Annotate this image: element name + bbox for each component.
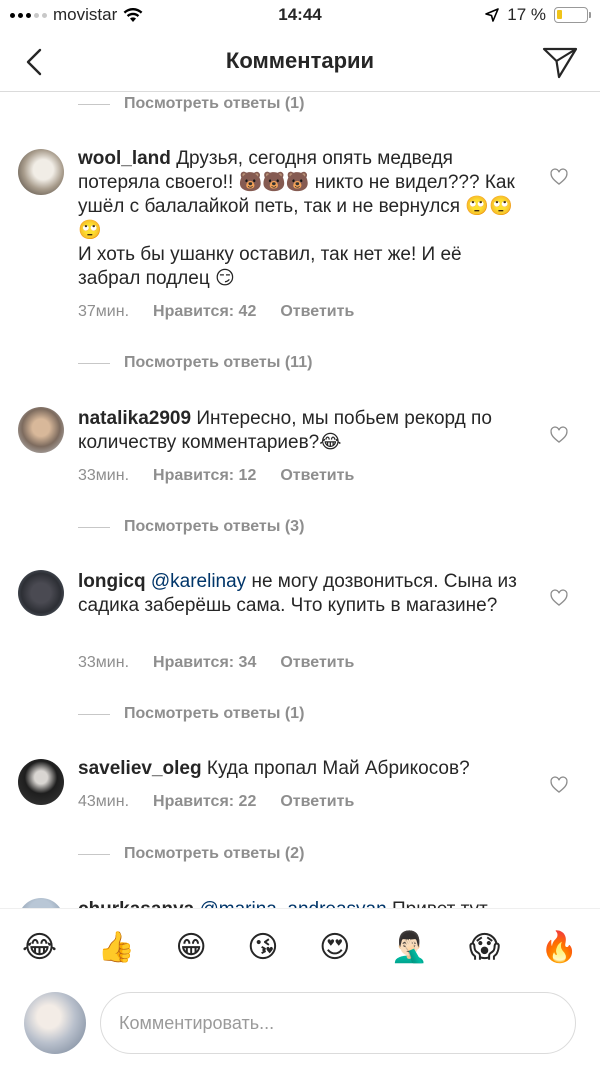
emoji-button[interactable]: 😘 [247,928,278,968]
divider-line [78,853,110,855]
view-replies-button[interactable]: Посмотреть ответы (2) [78,845,304,863]
comment-input[interactable] [100,992,576,1054]
likes-count[interactable]: Нравится: 12 [153,467,256,485]
comment-body: longicq @karelinay не могу дозвониться. … [78,570,518,618]
heart-icon[interactable] [549,775,569,795]
divider-line [78,526,110,528]
view-replies-label: Посмотреть ответы (2) [124,845,305,862]
comment-meta: 43мин. Нравится: 22 Ответить [78,793,354,811]
divider-line [78,713,110,715]
avatar[interactable] [18,407,64,453]
comment-meta: 33мин. Нравится: 12 Ответить [78,467,354,485]
comment-username[interactable]: saveliev_oleg [78,758,202,779]
battery-level [557,10,562,19]
view-replies-button[interactable]: Посмотреть ответы (11) [78,354,312,372]
view-replies-label: Посмотреть ответы (11) [124,354,313,371]
reply-button[interactable]: Ответить [280,303,354,321]
comment-time: 37мин. [78,303,130,320]
emoji-button[interactable]: 😱 [469,928,500,968]
comment-username[interactable]: natalika2909 [78,408,191,429]
likes-count[interactable]: Нравится: 42 [153,303,256,321]
location-arrow-icon [485,8,500,22]
likes-count[interactable]: Нравится: 34 [153,654,256,672]
heart-icon[interactable] [549,588,569,608]
comments-list: Посмотреть ответы (1) wool_land Друзья, … [0,93,600,908]
comments-header: Комментарии [0,32,600,92]
divider-line [78,103,110,105]
comment-body: natalika2909 Интересно, мы побьем рекорд… [78,407,518,455]
emoji-bar: 😂 👍 😁 😘 😍 🤦🏻‍♂️ 😱 🔥 [0,908,600,986]
comment-input-bar [0,986,600,1066]
view-replies-label: Посмотреть ответы (1) [124,705,305,722]
heart-icon[interactable] [549,425,569,445]
battery-area: 17 % [485,5,591,25]
avatar [24,992,86,1054]
comment-meta: 37мин. Нравится: 42 Ответить [78,303,354,321]
avatar[interactable] [18,570,64,616]
view-replies-label: Посмотреть ответы (3) [124,518,305,535]
avatar[interactable] [18,898,64,908]
view-replies-label: Посмотреть ответы (1) [124,95,305,112]
battery-percent: 17 % [507,5,546,24]
avatar[interactable] [18,759,64,805]
emoji-button[interactable]: 👍 [98,928,135,968]
heart-icon[interactable] [549,167,569,187]
emoji-button[interactable]: 🤦🏻‍♂️ [391,928,428,968]
view-replies-button[interactable]: Посмотреть ответы (1) [78,95,304,113]
comment-text: Друзья, сегодня опять медведя потеряла с… [78,148,515,289]
comment-username[interactable]: longicq [78,571,146,592]
avatar[interactable] [18,149,64,195]
comment-body: saveliev_oleg Куда пропал Май Абрикосов? [78,757,518,781]
battery-icon [554,7,591,23]
comment-time: 33мин. [78,654,130,671]
paper-plane-icon[interactable] [540,42,580,82]
view-replies-button[interactable]: Посмотреть ответы (3) [78,518,304,536]
comment-text: Куда пропал Май Абрикосов? [206,758,470,779]
likes-count[interactable]: Нравится: 22 [153,793,256,811]
emoji-button[interactable]: 🔥 [541,928,578,968]
comment-body: churkasanya @marina_andreasyan Привет ту… [78,898,518,908]
comment-username[interactable]: churkasanya [78,899,194,908]
reply-button[interactable]: Ответить [280,793,354,811]
comment-body: wool_land Друзья, сегодня опять медведя … [78,147,518,291]
reply-button[interactable]: Ответить [280,654,354,672]
emoji-button[interactable]: 😂 [22,928,57,968]
comment-text: Привет тут [387,899,488,908]
comment-meta: 33мин. Нравится: 34 Ответить [78,654,354,672]
page-title: Комментарии [225,48,375,73]
comment-username[interactable]: wool_land [78,148,171,169]
comment-time: 33мин. [78,467,130,484]
emoji-button[interactable]: 😁 [175,928,206,968]
status-bar: movistar 14:44 17 % [0,0,600,32]
reply-button[interactable]: Ответить [280,467,354,485]
comment-time: 43мин. [78,793,130,810]
divider-line [78,362,110,364]
mention-link[interactable]: @marina_andreasyan [199,899,386,908]
mention-link[interactable]: @karelinay [151,571,246,592]
emoji-button[interactable]: 😍 [319,928,350,968]
view-replies-button[interactable]: Посмотреть ответы (1) [78,705,304,723]
